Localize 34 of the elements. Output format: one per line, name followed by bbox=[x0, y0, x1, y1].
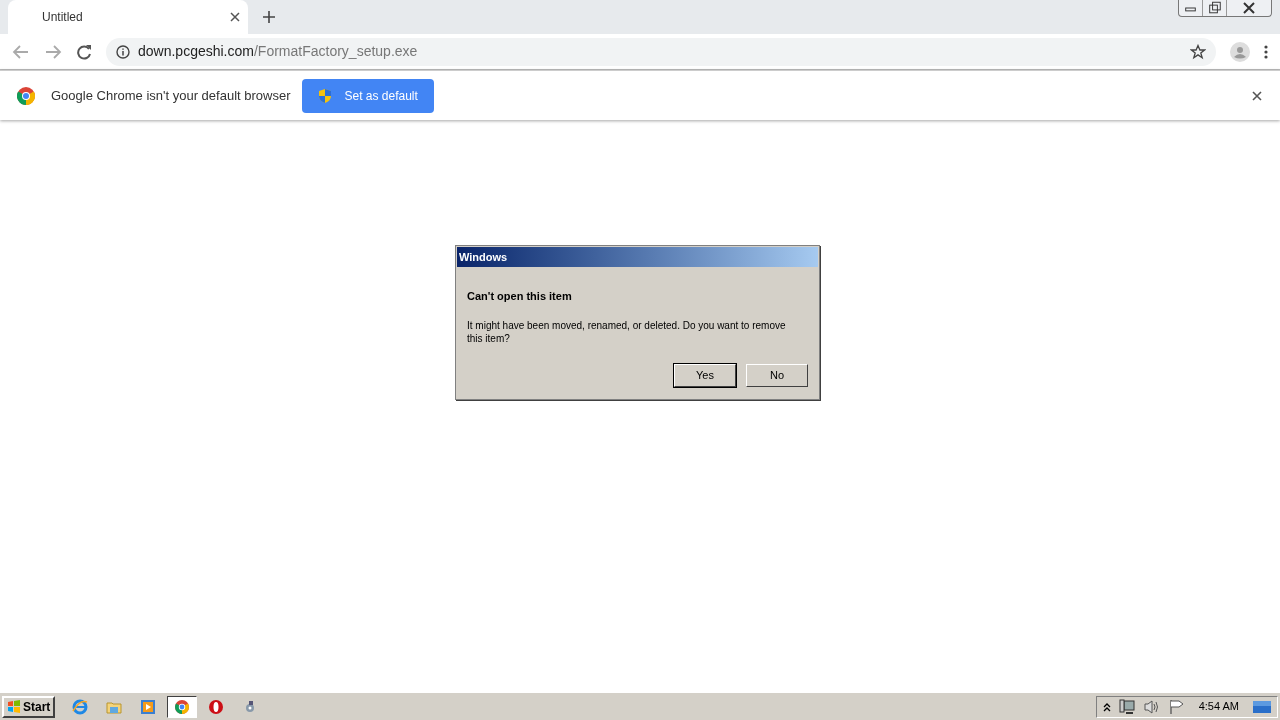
url-text: down.pcgeshi.com/FormatFactory_setup.exe bbox=[138, 42, 419, 61]
info-icon[interactable] bbox=[116, 44, 130, 59]
set-default-button[interactable]: Set as default bbox=[302, 78, 434, 113]
speaker-icon[interactable] bbox=[1142, 698, 1161, 715]
windows-logo-icon bbox=[7, 699, 21, 714]
dialog-button[interactable]: No bbox=[746, 364, 808, 387]
network-icon[interactable] bbox=[1118, 698, 1135, 715]
dialog-title-bar: Windows bbox=[457, 247, 818, 267]
clock[interactable]: 4:54 AM bbox=[1198, 698, 1239, 715]
ie-icon bbox=[72, 698, 89, 715]
close-icon[interactable] bbox=[1252, 90, 1262, 101]
reload-icon[interactable] bbox=[76, 43, 92, 60]
infobar-message: Google Chrome isn't your default browser bbox=[51, 86, 291, 105]
show-desktop-icon[interactable] bbox=[1253, 699, 1271, 714]
play-icon bbox=[140, 698, 157, 715]
shield-icon bbox=[318, 87, 333, 104]
chrome-logo-icon bbox=[174, 698, 191, 715]
new-tab-icon[interactable] bbox=[262, 10, 276, 24]
start-button[interactable]: Start bbox=[2, 695, 56, 718]
browser-tab[interactable]: Untitled bbox=[8, 0, 248, 34]
flag-icon[interactable] bbox=[1168, 698, 1185, 715]
menu-icon[interactable] bbox=[1264, 43, 1268, 60]
close-icon[interactable] bbox=[230, 12, 240, 22]
address-bar[interactable]: down.pcgeshi.com/FormatFactory_setup.exe bbox=[106, 37, 1216, 66]
chrome-logo-icon bbox=[17, 86, 35, 105]
dialog-button[interactable]: Yes bbox=[674, 364, 736, 387]
chevron-up-icon[interactable] bbox=[1102, 701, 1111, 712]
opera-icon bbox=[208, 698, 225, 715]
dialog-message: It might have been moved, renamed, or deleted. Do you want to remove this item? bbox=[467, 318, 787, 345]
taskbar-button[interactable] bbox=[167, 695, 198, 718]
profile-icon[interactable] bbox=[1230, 41, 1250, 62]
tab-title: Untitled bbox=[42, 9, 83, 26]
star-icon[interactable] bbox=[1190, 43, 1206, 60]
dialog-heading: Can't open this item bbox=[467, 289, 573, 304]
